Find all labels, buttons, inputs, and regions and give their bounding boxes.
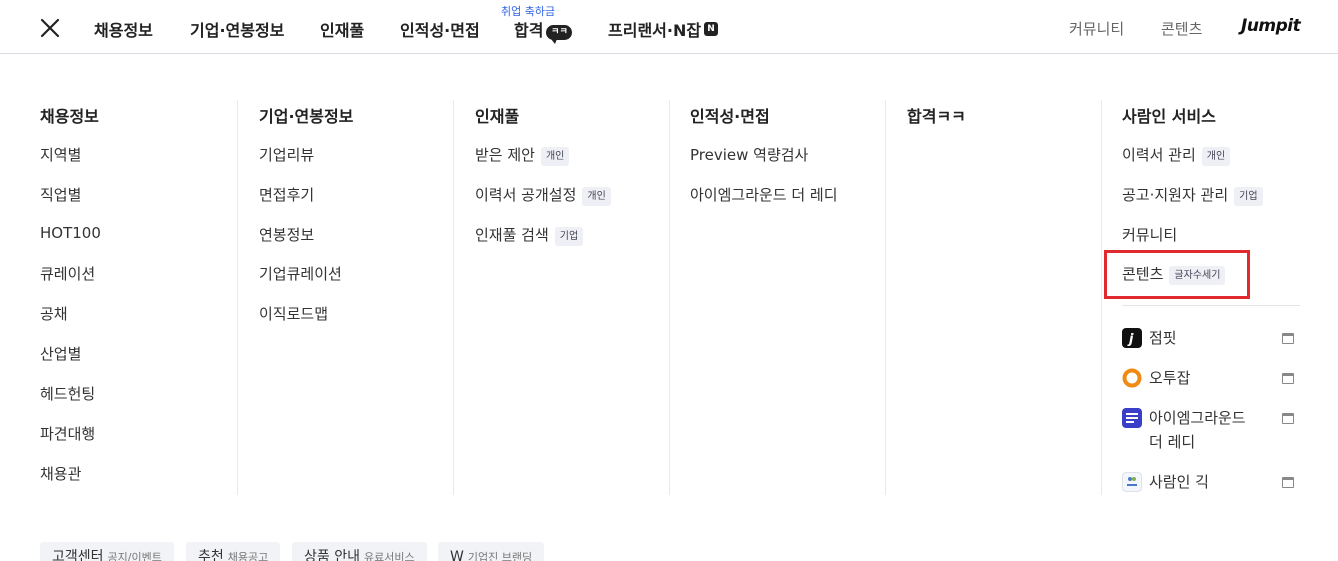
chip-customer-center[interactable]: 고객센터 공지/이벤트 xyxy=(40,542,174,561)
column-jobs: 채용정보 지역별 직업별 HOT100 큐레이션 공채 산업별 헤드헌팅 파견대… xyxy=(40,100,230,495)
nav-item-pass[interactable]: 합격 ㅋㅋ xyxy=(514,17,573,44)
external-service-label: 오투잡 xyxy=(1149,369,1191,387)
menu-item-resume-manage[interactable]: 이력서 관리 개인 xyxy=(1122,144,1231,166)
svg-text:j: j xyxy=(1127,332,1134,347)
new-window-icon xyxy=(1282,373,1294,384)
chip-label: 추천 xyxy=(198,549,224,561)
menu-item-occupation[interactable]: 직업별 xyxy=(40,184,81,205)
new-badge-icon: N xyxy=(704,22,719,36)
tag-personal: 개인 xyxy=(1201,147,1231,166)
menu-item-label: 인재풀 검색 xyxy=(475,226,549,244)
menu-item-posting-manage[interactable]: 공고·지원자 관리 기업 xyxy=(1122,184,1263,206)
nav-item-aptitude[interactable]: 인적성·면접 xyxy=(400,17,480,41)
jumpit-logo[interactable]: Jumpit xyxy=(1241,16,1301,36)
highlight-box xyxy=(1104,250,1250,299)
external-service-otujob[interactable]: 오투잡 xyxy=(1122,366,1300,390)
column-pass: 합격ㅋㅋ xyxy=(907,100,1097,495)
column-talent: 인재풀 받은 제안 개인 이력서 공개설정 개인 인재풀 검색 기업 xyxy=(475,100,665,495)
menu-item-preview-test[interactable]: Preview 역량검사 xyxy=(690,144,808,165)
tag-company: 기업 xyxy=(1234,187,1263,206)
menu-item-received-offer[interactable]: 받은 제안 개인 xyxy=(475,144,570,166)
nav-item-talent[interactable]: 인재풀 xyxy=(320,17,364,41)
column-divider xyxy=(885,100,886,495)
column-title-company: 기업·연봉정보 xyxy=(259,107,354,126)
new-window-icon xyxy=(1282,333,1294,344)
column-divider xyxy=(453,100,454,495)
column-aptitude: 인적성·면접 Preview 역량검사 아이엠그라운드 더 레디 xyxy=(690,100,880,495)
tag-personal: 개인 xyxy=(540,147,570,166)
contents-link[interactable]: 콘텐츠 xyxy=(1161,18,1202,39)
services-divider xyxy=(1122,305,1300,306)
column-divider xyxy=(669,100,670,495)
menu-item-dispatch[interactable]: 파견대행 xyxy=(40,423,95,444)
chip-recommend[interactable]: 추천 채용공고 xyxy=(186,542,281,561)
menu-item-region[interactable]: 지역별 xyxy=(40,144,81,165)
chip-sub: 유료서비스 xyxy=(363,551,415,561)
external-service-label: 아이엠그라운드 xyxy=(1149,409,1246,427)
nav-pass-label: 합격 xyxy=(514,21,544,40)
external-service-label: 점핏 xyxy=(1149,329,1177,347)
close-icon[interactable] xyxy=(38,16,62,40)
chip-branding[interactable]: W 기업진 브랜딩 xyxy=(438,542,545,561)
column-title-aptitude: 인적성·면접 xyxy=(690,107,770,126)
column-title-talent: 인재풀 xyxy=(475,107,520,126)
menu-item-company-curation[interactable]: 기업큐레이션 xyxy=(259,263,342,284)
column-title-services: 사람인 서비스 xyxy=(1122,107,1216,126)
menu-item-label: 공고·지원자 관리 xyxy=(1122,186,1229,204)
nav-item-jobs[interactable]: 채용정보 xyxy=(94,17,153,41)
chip-sub: 기업진 브랜딩 xyxy=(467,551,533,561)
jumpit-app-icon: j xyxy=(1122,328,1142,348)
menu-item-industry[interactable]: 산업별 xyxy=(40,343,81,364)
external-service-saramin-gig[interactable]: 사람인 긱 xyxy=(1122,470,1300,494)
imground-app-icon xyxy=(1122,408,1142,428)
external-service-imground[interactable]: 아이엠그라운드 더 레디 xyxy=(1122,406,1300,454)
chat-bubble-icon: ㅋㅋ xyxy=(546,25,573,44)
top-navigation-bar: 채용정보 기업·연봉정보 인재풀 인적성·면접 취업 축하금 합격 ㅋㅋ 프리랜서… xyxy=(0,0,1338,54)
column-divider xyxy=(237,100,238,495)
column-company: 기업·연봉정보 기업리뷰 면접후기 연봉정보 기업큐레이션 이직로드맵 xyxy=(259,100,449,495)
external-service-jumpit[interactable]: j 점핏 xyxy=(1122,326,1300,350)
chip-sub: 공지/이벤트 xyxy=(107,551,162,561)
menu-item-imground-ready[interactable]: 아이엠그라운드 더 레디 xyxy=(690,184,838,205)
menu-item-label: 이력서 공개설정 xyxy=(475,186,577,204)
chip-label: 상품 안내 xyxy=(304,549,360,561)
menu-item-curation[interactable]: 큐레이션 xyxy=(40,263,95,284)
chip-label: W xyxy=(450,549,464,561)
chip-product-info[interactable]: 상품 안내 유료서비스 xyxy=(292,542,427,561)
menu-item-salary-info[interactable]: 연봉정보 xyxy=(259,224,314,245)
otujob-app-icon xyxy=(1122,368,1142,388)
menu-item-talent-search[interactable]: 인재풀 검색 기업 xyxy=(475,224,584,246)
column-divider xyxy=(1101,100,1102,495)
menu-item-headhunting[interactable]: 헤드헌팅 xyxy=(40,383,95,404)
external-service-label-line2: 더 레디 xyxy=(1149,433,1196,451)
nav-item-company[interactable]: 기업·연봉정보 xyxy=(190,17,284,41)
saramin-gig-app-icon xyxy=(1122,472,1142,492)
new-window-icon xyxy=(1282,477,1294,488)
menu-item-public-recruit[interactable]: 공채 xyxy=(40,303,68,324)
community-link[interactable]: 커뮤니티 xyxy=(1069,18,1124,39)
chip-sub: 채용공고 xyxy=(227,551,269,561)
menu-item-interview-review[interactable]: 면접후기 xyxy=(259,184,314,205)
menu-item-hiring-hall[interactable]: 채용관 xyxy=(40,463,81,484)
menu-item-company-review[interactable]: 기업리뷰 xyxy=(259,144,314,165)
menu-item-resume-visibility[interactable]: 이력서 공개설정 개인 xyxy=(475,184,611,206)
external-service-label: 사람인 긱 xyxy=(1149,473,1209,491)
menu-item-career-roadmap[interactable]: 이직로드맵 xyxy=(259,303,328,324)
menu-item-community[interactable]: 커뮤니티 xyxy=(1122,224,1177,245)
new-window-icon xyxy=(1282,413,1294,424)
menu-item-hot100[interactable]: HOT100 xyxy=(40,224,101,242)
tag-personal: 개인 xyxy=(582,187,611,206)
nav-item-freelancer[interactable]: 프리랜서·N잡 N xyxy=(608,17,719,41)
nav-freelancer-label: 프리랜서·N잡 xyxy=(608,21,702,40)
column-title-jobs: 채용정보 xyxy=(40,107,99,126)
menu-item-label: 이력서 관리 xyxy=(1122,146,1196,164)
column-title-pass[interactable]: 합격ㅋㅋ xyxy=(907,103,966,127)
tag-company: 기업 xyxy=(554,227,584,246)
menu-item-label: 받은 제안 xyxy=(475,146,535,164)
chip-label: 고객센터 xyxy=(52,549,104,561)
